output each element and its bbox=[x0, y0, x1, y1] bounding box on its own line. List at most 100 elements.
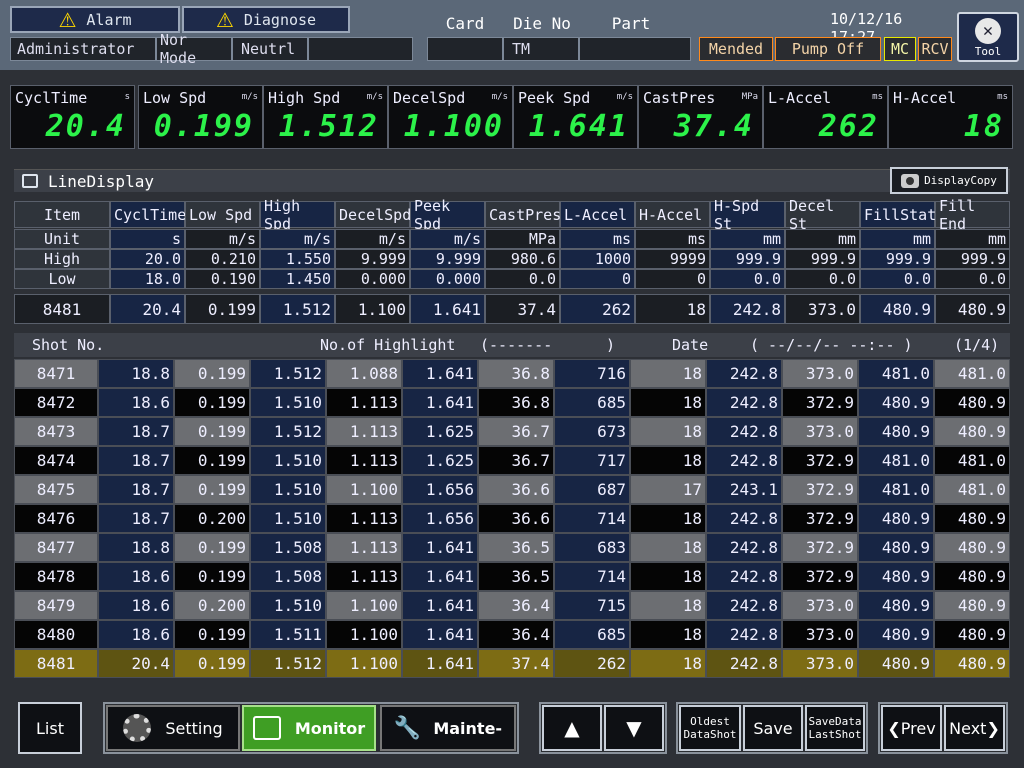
shot-cell: 715 bbox=[554, 591, 630, 620]
monitor-icon bbox=[22, 174, 38, 188]
neutral-display: Neutrl bbox=[232, 37, 308, 61]
shot-cell: 8476 bbox=[14, 504, 98, 533]
shot-cell: 18 bbox=[630, 562, 706, 591]
shot-cell: 0.200 bbox=[174, 504, 250, 533]
shot-cell: 1.510 bbox=[250, 446, 326, 475]
metric-unit: m/s bbox=[241, 92, 258, 102]
spec-cell-item: High Spd bbox=[260, 197, 335, 233]
warning-icon: ⚠ bbox=[215, 7, 234, 32]
shot-cell: 8479 bbox=[14, 591, 98, 620]
spec-cell-unit: mm bbox=[710, 229, 785, 249]
shot-cell: 373.0 bbox=[782, 649, 858, 678]
highlight-label: No.of Highlight bbox=[320, 336, 456, 354]
spec-cell-low: 0.000 bbox=[335, 269, 410, 289]
shot-cell: 372.9 bbox=[782, 475, 858, 504]
metric-value: 262 bbox=[818, 109, 879, 144]
current-cell: 262 bbox=[560, 294, 635, 324]
shot-cell: 1.113 bbox=[326, 388, 402, 417]
metric-value: 1.100 bbox=[403, 109, 504, 144]
monitor-button[interactable]: Monitor bbox=[242, 705, 376, 751]
spec-cell-item: H-Spd St bbox=[710, 197, 785, 233]
shot-cell: 373.0 bbox=[782, 417, 858, 446]
metric-unit: m/s bbox=[366, 92, 383, 102]
shot-cell: 1.641 bbox=[402, 620, 478, 649]
shot-cell: 18.8 bbox=[98, 359, 174, 388]
warning-icon: ⚠ bbox=[58, 7, 77, 32]
next-button[interactable]: Next ❯ bbox=[944, 705, 1005, 751]
shot-cell: 1.088 bbox=[326, 359, 402, 388]
prev-button[interactable]: ❮ Prev bbox=[881, 705, 942, 751]
date-label: Date bbox=[672, 336, 709, 354]
shot-cell: 480.9 bbox=[934, 388, 1010, 417]
metric-value: 1.641 bbox=[528, 109, 629, 144]
shot-cell: 1.113 bbox=[326, 446, 402, 475]
shot-cell: 372.9 bbox=[782, 446, 858, 475]
mainte-label: Mainte- bbox=[433, 718, 503, 738]
shot-cell: 480.9 bbox=[858, 562, 934, 591]
spec-cell-item: CastPres bbox=[485, 201, 561, 228]
shot-cell: 673 bbox=[554, 417, 630, 446]
shot-cell: 480.9 bbox=[934, 533, 1010, 562]
shot-cell: 480.9 bbox=[858, 620, 934, 649]
tool-button[interactable]: ✕ Tool bbox=[957, 12, 1019, 62]
shot-cell: 1.641 bbox=[402, 591, 478, 620]
metric-label: L-Accel bbox=[768, 89, 832, 107]
shot-cell: 1.100 bbox=[326, 591, 402, 620]
spec-cell-high: 20.0 bbox=[110, 249, 185, 269]
shot-cell: 8477 bbox=[14, 533, 98, 562]
shot-cell: 480.9 bbox=[858, 649, 934, 678]
status-mc: MC bbox=[884, 37, 916, 61]
shot-cell: 1.641 bbox=[402, 388, 478, 417]
metric-panel: Low Spd m/s 0.199 bbox=[138, 85, 263, 149]
shot-cell: 36.7 bbox=[478, 446, 554, 475]
highlight-open: (------- bbox=[480, 336, 553, 354]
shot-cell: 242.8 bbox=[706, 620, 782, 649]
shot-cell: 242.8 bbox=[706, 446, 782, 475]
shot-cell: 716 bbox=[554, 359, 630, 388]
setting-button[interactable]: Setting bbox=[106, 705, 240, 751]
shot-cell: 1.512 bbox=[250, 417, 326, 446]
metric-label: CyclTime bbox=[15, 89, 88, 107]
savedata-lastshot-button[interactable]: SaveData LastShot bbox=[805, 705, 865, 751]
monitor-icon bbox=[252, 716, 281, 740]
list-button[interactable]: List bbox=[18, 702, 82, 754]
shot-cell: 18 bbox=[630, 417, 706, 446]
list-label: List bbox=[36, 718, 64, 738]
shot-cell: 480.9 bbox=[934, 417, 1010, 446]
shot-cell: 242.8 bbox=[706, 388, 782, 417]
shot-cell: 1.656 bbox=[402, 475, 478, 504]
shot-cell: 1.512 bbox=[250, 359, 326, 388]
spec-cell-high: 999.9 bbox=[710, 249, 785, 269]
spec-cell-unit: mm bbox=[860, 229, 935, 249]
metric-panel: CyclTime s 20.4 bbox=[10, 85, 135, 149]
shot-cell: 242.8 bbox=[706, 591, 782, 620]
display-copy-button[interactable]: DisplayCopy bbox=[890, 167, 1008, 194]
camera-icon bbox=[901, 173, 920, 188]
scroll-down-button[interactable]: ▼ bbox=[604, 705, 664, 751]
spec-row-label: High bbox=[14, 249, 110, 269]
shot-cell: 0.199 bbox=[174, 388, 250, 417]
shot-cell: 480.9 bbox=[858, 591, 934, 620]
shot-cell: 8474 bbox=[14, 446, 98, 475]
metric-label: High Spd bbox=[268, 89, 341, 107]
spec-cell-high: 999.9 bbox=[860, 249, 935, 269]
metric-panel: CastPres MPa 37.4 bbox=[638, 85, 763, 149]
current-cell: 37.4 bbox=[485, 294, 560, 324]
shot-cell: 243.1 bbox=[706, 475, 782, 504]
metric-label: CastPres bbox=[643, 89, 716, 107]
shot-cell: 242.8 bbox=[706, 649, 782, 678]
save-button[interactable]: Save bbox=[743, 705, 803, 751]
spec-cell-low: 0.0 bbox=[710, 269, 785, 289]
metric-label: DecelSpd bbox=[393, 89, 466, 107]
oldest-datashot-button[interactable]: Oldest DataShot bbox=[679, 705, 741, 751]
spec-cell-low: 0 bbox=[560, 269, 635, 289]
user-display: Administrator bbox=[10, 37, 156, 61]
spec-cell-unit: s bbox=[110, 229, 185, 249]
mainte-button[interactable]: 🔧 Mainte- bbox=[380, 705, 516, 751]
scroll-up-button[interactable]: ▲ bbox=[542, 705, 602, 751]
alarm-button[interactable]: ⚠ Alarm bbox=[10, 6, 180, 33]
shot-cell: 480.9 bbox=[858, 417, 934, 446]
shot-cell: 1.641 bbox=[402, 359, 478, 388]
diagnose-button[interactable]: ⚠ Diagnose bbox=[182, 6, 350, 33]
shot-cell: 242.8 bbox=[706, 504, 782, 533]
